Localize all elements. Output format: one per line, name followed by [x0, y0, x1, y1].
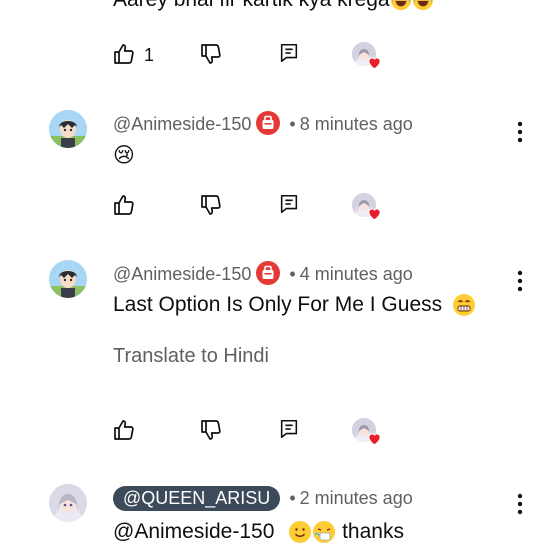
creator-heart [352, 42, 384, 72]
comment-text: 😢 [113, 144, 135, 167]
reply-icon [278, 193, 300, 215]
sneezing-emoji-icon [312, 520, 336, 544]
like-button[interactable] [112, 42, 136, 66]
like-button[interactable] [112, 418, 136, 442]
like-button[interactable] [112, 193, 136, 217]
user-avatar-image [49, 110, 87, 148]
creator-heart [352, 418, 384, 448]
laughing-emoji-icon [390, 0, 412, 11]
creator-heart-icon [366, 205, 383, 222]
more-options-button[interactable] [517, 120, 523, 149]
comment-text: Last Option Is Only For Me I Guess [113, 293, 476, 317]
author-handle[interactable]: @Animeside-150 [113, 114, 251, 134]
reply-button[interactable] [278, 193, 300, 215]
thumbs-down-icon [199, 42, 223, 66]
more-vert-icon [517, 493, 523, 515]
comment-time[interactable]: 2 minutes ago [300, 488, 413, 508]
avatar[interactable] [49, 484, 87, 522]
more-options-button[interactable] [517, 492, 523, 521]
thumbs-up-icon [112, 193, 136, 217]
grinning-emoji-icon [452, 293, 476, 317]
laughing-emoji-icon [412, 0, 434, 11]
dislike-button[interactable] [199, 42, 223, 66]
thumbs-up-icon [112, 418, 136, 442]
comment-time[interactable]: 4 minutes ago [300, 264, 413, 284]
comment-time[interactable]: 8 minutes ago [300, 114, 413, 134]
comment-meta: @Animeside-150 • 8 minutes ago [113, 113, 413, 137]
avatar[interactable] [49, 110, 87, 148]
like-count: 1 [144, 45, 155, 65]
creator-heart [352, 193, 384, 223]
more-vert-icon [517, 121, 523, 143]
author-handle-pill[interactable]: @QUEEN_ARISU [113, 486, 281, 511]
more-vert-icon [517, 270, 523, 292]
smiling-emoji-icon [288, 520, 312, 544]
more-options-button[interactable] [517, 269, 523, 298]
reply-icon [278, 418, 300, 440]
creator-heart-icon [366, 430, 383, 447]
thumbs-down-icon [199, 193, 223, 217]
comment-meta: @Animeside-150 • 4 minutes ago [113, 263, 413, 287]
comment-meta: @QUEEN_ARISU • 2 minutes ago [113, 486, 413, 511]
comment-text: @Animeside-150 thanks [113, 520, 404, 544]
comment-text: Aarey bhai fir kartik kya krega [113, 0, 434, 12]
mention-link[interactable]: @Animeside-150 [113, 520, 274, 543]
dislike-button[interactable] [199, 193, 223, 217]
avatar[interactable] [49, 260, 87, 298]
reply-button[interactable] [278, 418, 300, 440]
reply-icon [278, 42, 300, 64]
translate-link[interactable]: Translate to Hindi [113, 345, 269, 368]
member-badge-icon [256, 261, 280, 285]
creator-heart-icon [366, 54, 383, 71]
thumbs-down-icon [199, 418, 223, 442]
author-handle[interactable]: @Animeside-150 [113, 264, 251, 284]
user-avatar-image [49, 260, 87, 298]
dislike-button[interactable] [199, 418, 223, 442]
member-badge-icon [256, 111, 280, 135]
reply-button[interactable] [278, 42, 300, 64]
user-avatar-image [49, 484, 87, 522]
thumbs-up-icon [112, 42, 136, 66]
